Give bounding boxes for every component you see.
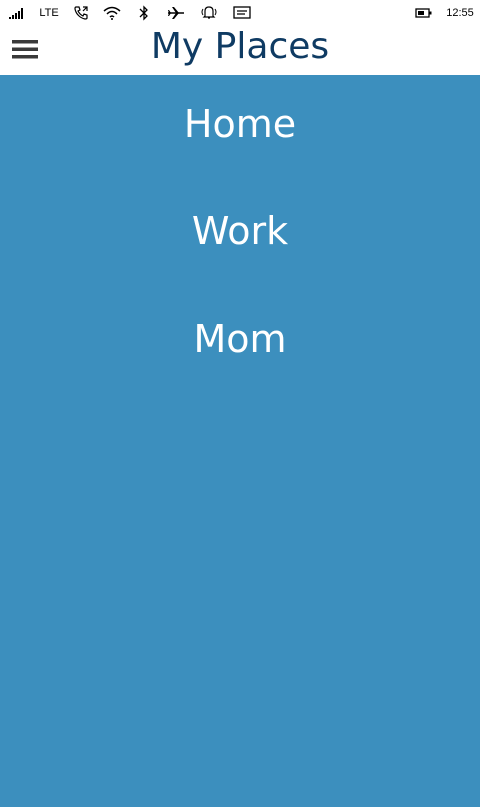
wifi-icon: [102, 4, 122, 22]
lte-label: LTE: [38, 4, 60, 22]
message-icon: [232, 4, 252, 22]
time-text: 12:55: [446, 7, 474, 19]
places-panel: Home Work Mom: [0, 75, 480, 807]
network-type-text: LTE: [39, 7, 59, 19]
bluetooth-icon: [137, 4, 151, 22]
status-time: 12:55: [442, 4, 478, 22]
app-header: My Places: [0, 26, 480, 75]
place-item-mom[interactable]: Mom: [0, 306, 480, 372]
call-icon: [72, 4, 90, 22]
status-bar: LTE 12:55: [0, 0, 480, 26]
place-item-home[interactable]: Home: [0, 91, 480, 157]
place-item-work[interactable]: Work: [0, 198, 480, 264]
airplane-icon: [166, 4, 186, 22]
page-title: My Places: [150, 26, 330, 67]
signal-icon: [8, 4, 26, 22]
battery-icon: [414, 4, 434, 22]
notification-bell-icon: [199, 4, 219, 22]
